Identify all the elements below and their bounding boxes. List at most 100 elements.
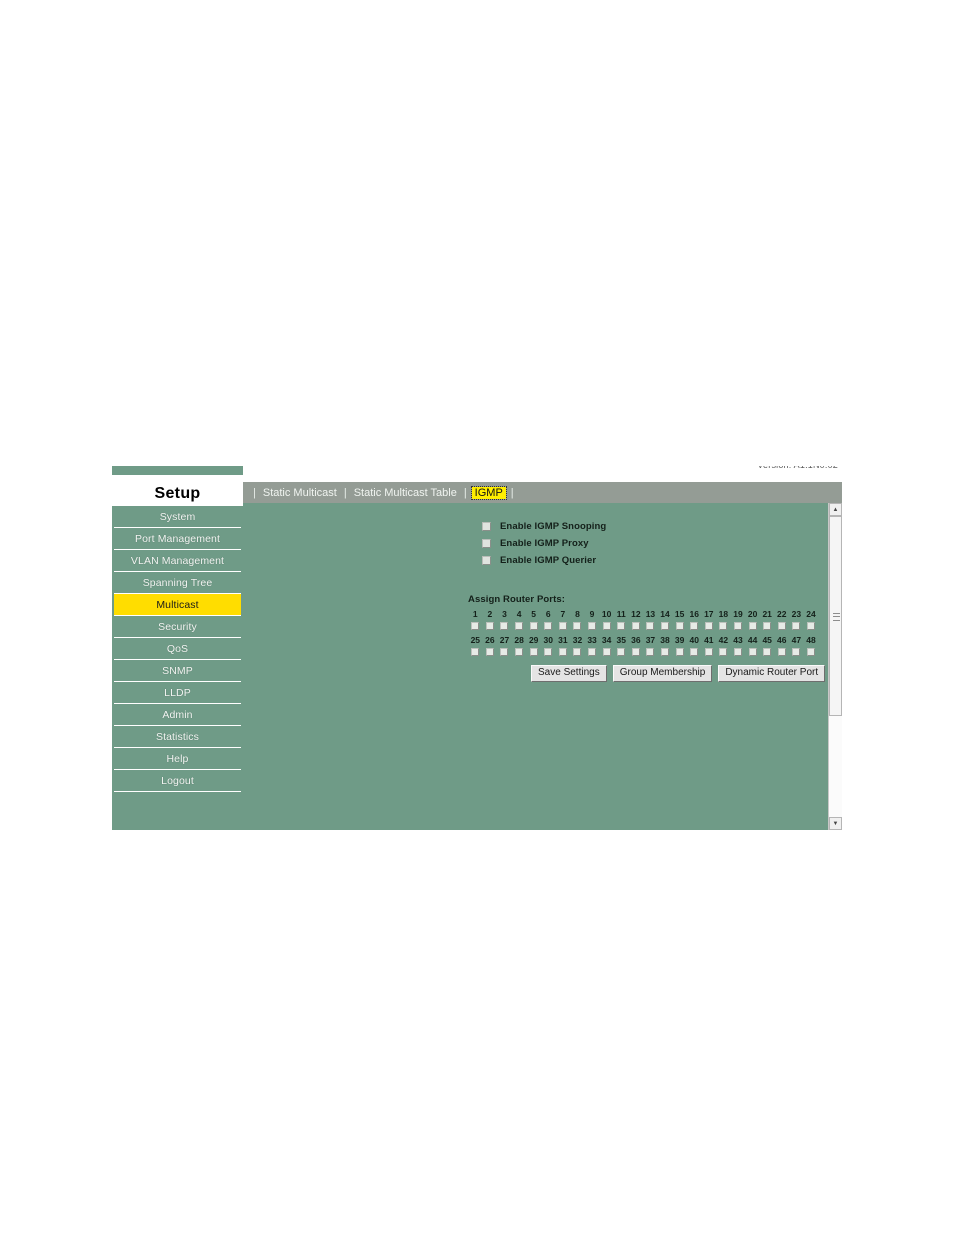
port-checkbox-cell-17[interactable] bbox=[702, 620, 717, 631]
sidebar-item-snmp[interactable]: SNMP bbox=[114, 660, 241, 682]
port-checkbox-31[interactable] bbox=[558, 647, 567, 656]
port-checkbox-33[interactable] bbox=[588, 647, 597, 656]
port-checkbox-cell-33[interactable] bbox=[585, 646, 600, 657]
port-checkbox-cell-5[interactable] bbox=[526, 620, 541, 631]
port-checkbox-cell-1[interactable] bbox=[468, 620, 483, 631]
port-checkbox-18[interactable] bbox=[719, 621, 728, 630]
port-checkbox-30[interactable] bbox=[544, 647, 553, 656]
dynamic-router-port-button[interactable]: Dynamic Router Port bbox=[718, 665, 826, 682]
port-checkbox-cell-22[interactable] bbox=[774, 620, 789, 631]
port-checkbox-cell-20[interactable] bbox=[745, 620, 760, 631]
port-checkbox-cell-10[interactable] bbox=[599, 620, 614, 631]
port-checkbox-42[interactable] bbox=[719, 647, 728, 656]
port-checkbox-cell-8[interactable] bbox=[570, 620, 585, 631]
port-checkbox-cell-14[interactable] bbox=[658, 620, 673, 631]
tab-static-multicast[interactable]: Static Multicast bbox=[261, 486, 339, 500]
port-checkbox-34[interactable] bbox=[602, 647, 611, 656]
port-checkbox-40[interactable] bbox=[690, 647, 699, 656]
port-checkbox-cell-32[interactable] bbox=[570, 646, 585, 657]
sidebar-item-statistics[interactable]: Statistics bbox=[114, 726, 241, 748]
sidebar-item-multicast[interactable]: Multicast bbox=[114, 594, 241, 616]
sidebar-item-system[interactable]: System bbox=[114, 506, 241, 528]
port-checkbox-46[interactable] bbox=[777, 647, 786, 656]
port-checkbox-32[interactable] bbox=[573, 647, 582, 656]
port-checkbox-10[interactable] bbox=[602, 621, 611, 630]
port-checkbox-cell-7[interactable] bbox=[556, 620, 571, 631]
sidebar-item-qos[interactable]: QoS bbox=[114, 638, 241, 660]
port-checkbox-8[interactable] bbox=[573, 621, 582, 630]
sidebar-item-logout[interactable]: Logout bbox=[114, 770, 241, 792]
port-checkbox-7[interactable] bbox=[558, 621, 567, 630]
port-checkbox-cell-30[interactable] bbox=[541, 646, 556, 657]
port-checkbox-cell-42[interactable] bbox=[716, 646, 731, 657]
port-checkbox-25[interactable] bbox=[471, 647, 480, 656]
sidebar-item-admin[interactable]: Admin bbox=[114, 704, 241, 726]
port-checkbox-cell-28[interactable] bbox=[512, 646, 527, 657]
port-checkbox-cell-45[interactable] bbox=[760, 646, 775, 657]
scroll-up-arrow-icon[interactable]: ▲ bbox=[829, 503, 842, 516]
port-checkbox-cell-39[interactable] bbox=[672, 646, 687, 657]
igmp-proxy-checkbox[interactable] bbox=[482, 539, 491, 548]
tab-static-multicast-table[interactable]: Static Multicast Table bbox=[352, 486, 459, 500]
port-checkbox-2[interactable] bbox=[485, 621, 494, 630]
port-checkbox-3[interactable] bbox=[500, 621, 509, 630]
port-checkbox-cell-37[interactable] bbox=[643, 646, 658, 657]
group-membership-button[interactable]: Group Membership bbox=[612, 665, 713, 682]
port-checkbox-11[interactable] bbox=[617, 621, 626, 630]
port-checkbox-44[interactable] bbox=[748, 647, 757, 656]
port-checkbox-48[interactable] bbox=[806, 647, 815, 656]
port-checkbox-cell-2[interactable] bbox=[483, 620, 498, 631]
port-checkbox-26[interactable] bbox=[485, 647, 494, 656]
port-checkbox-cell-47[interactable] bbox=[789, 646, 804, 657]
port-checkbox-21[interactable] bbox=[763, 621, 772, 630]
port-checkbox-13[interactable] bbox=[646, 621, 655, 630]
port-checkbox-17[interactable] bbox=[704, 621, 713, 630]
content-scrollbar[interactable]: ▲ ▼ bbox=[828, 503, 842, 830]
port-checkbox-cell-40[interactable] bbox=[687, 646, 702, 657]
port-checkbox-9[interactable] bbox=[588, 621, 597, 630]
port-checkbox-20[interactable] bbox=[748, 621, 757, 630]
port-checkbox-cell-26[interactable] bbox=[483, 646, 498, 657]
port-checkbox-37[interactable] bbox=[646, 647, 655, 656]
port-checkbox-cell-18[interactable] bbox=[716, 620, 731, 631]
sidebar-item-port-management[interactable]: Port Management bbox=[114, 528, 241, 550]
port-checkbox-cell-3[interactable] bbox=[497, 620, 512, 631]
port-checkbox-cell-36[interactable] bbox=[629, 646, 644, 657]
port-checkbox-19[interactable] bbox=[733, 621, 742, 630]
port-checkbox-cell-31[interactable] bbox=[556, 646, 571, 657]
port-checkbox-35[interactable] bbox=[617, 647, 626, 656]
port-checkbox-12[interactable] bbox=[631, 621, 640, 630]
port-checkbox-47[interactable] bbox=[792, 647, 801, 656]
sidebar-item-help[interactable]: Help bbox=[114, 748, 241, 770]
port-checkbox-15[interactable] bbox=[675, 621, 684, 630]
port-checkbox-cell-44[interactable] bbox=[745, 646, 760, 657]
port-checkbox-cell-35[interactable] bbox=[614, 646, 629, 657]
port-checkbox-cell-25[interactable] bbox=[468, 646, 483, 657]
port-checkbox-cell-15[interactable] bbox=[672, 620, 687, 631]
port-checkbox-cell-27[interactable] bbox=[497, 646, 512, 657]
port-checkbox-cell-46[interactable] bbox=[774, 646, 789, 657]
port-checkbox-cell-21[interactable] bbox=[760, 620, 775, 631]
port-checkbox-6[interactable] bbox=[544, 621, 553, 630]
option-row-igmp-snooping[interactable]: Enable IGMP Snooping bbox=[482, 518, 606, 535]
port-checkbox-24[interactable] bbox=[806, 621, 815, 630]
scroll-down-arrow-icon[interactable]: ▼ bbox=[829, 817, 842, 830]
port-checkbox-cell-12[interactable] bbox=[629, 620, 644, 631]
port-checkbox-28[interactable] bbox=[515, 647, 524, 656]
port-checkbox-14[interactable] bbox=[661, 621, 670, 630]
port-checkbox-cell-41[interactable] bbox=[702, 646, 717, 657]
option-row-igmp-proxy[interactable]: Enable IGMP Proxy bbox=[482, 535, 606, 552]
port-checkbox-cell-23[interactable] bbox=[789, 620, 804, 631]
tab-igmp[interactable]: IGMP bbox=[470, 485, 507, 500]
sidebar-item-spanning-tree[interactable]: Spanning Tree bbox=[114, 572, 241, 594]
sidebar-item-lldp[interactable]: LLDP bbox=[114, 682, 241, 704]
igmp-querier-checkbox[interactable] bbox=[482, 556, 491, 565]
port-checkbox-cell-11[interactable] bbox=[614, 620, 629, 631]
port-checkbox-39[interactable] bbox=[675, 647, 684, 656]
sidebar-item-vlan-management[interactable]: VLAN Management bbox=[114, 550, 241, 572]
save-settings-button[interactable]: Save Settings bbox=[531, 665, 607, 682]
port-checkbox-cell-9[interactable] bbox=[585, 620, 600, 631]
igmp-snooping-checkbox[interactable] bbox=[482, 522, 491, 531]
port-checkbox-43[interactable] bbox=[733, 647, 742, 656]
option-row-igmp-querier[interactable]: Enable IGMP Querier bbox=[482, 552, 606, 569]
